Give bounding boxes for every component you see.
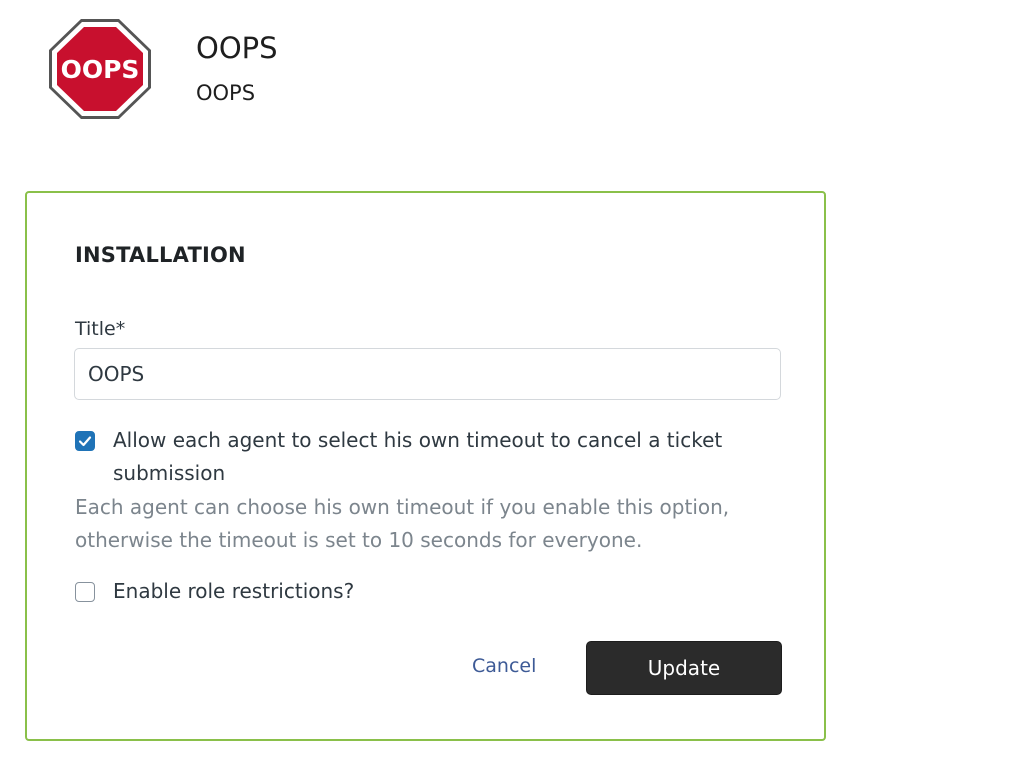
role-restrictions-checkbox[interactable]: [75, 582, 95, 602]
installation-card: INSTALLATION Title* Allow each agent to …: [25, 191, 826, 741]
app-subtitle: OOPS: [196, 81, 256, 105]
app-logo: OOPS: [47, 17, 153, 121]
timeout-checkbox[interactable]: [75, 431, 95, 451]
section-heading: INSTALLATION: [75, 243, 246, 267]
title-input[interactable]: [74, 348, 781, 400]
title-field-label: Title*: [75, 318, 126, 340]
timeout-option-hint: Each agent can choose his own timeout if…: [75, 495, 730, 552]
timeout-option-label[interactable]: Allow each agent to select his own timeo…: [113, 424, 773, 490]
checkmark-icon: [78, 436, 92, 447]
app-title: OOPS: [196, 31, 278, 65]
update-button[interactable]: Update: [586, 641, 782, 695]
stop-sign-logo: OOPS: [49, 19, 151, 119]
cancel-button[interactable]: Cancel: [472, 655, 536, 677]
role-restrictions-label[interactable]: Enable role restrictions?: [113, 575, 354, 608]
logo-text: OOPS: [61, 55, 140, 84]
